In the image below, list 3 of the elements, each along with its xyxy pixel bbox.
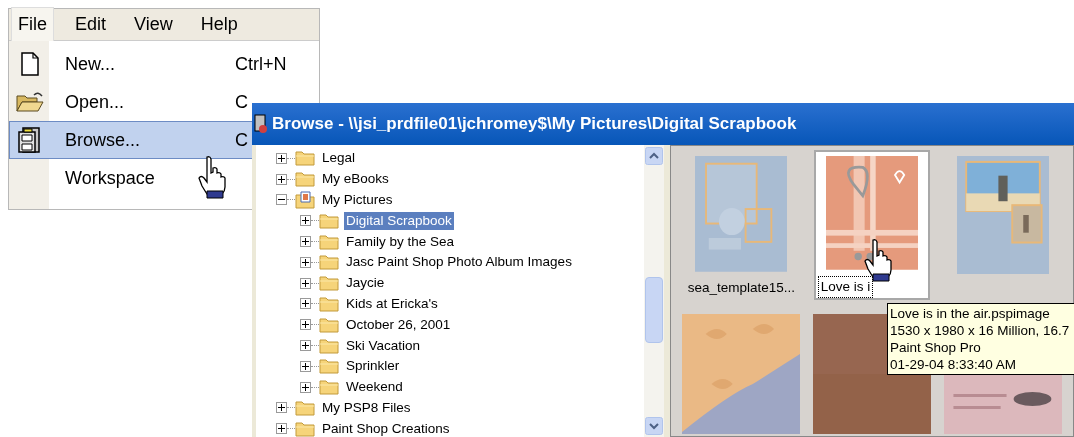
thumbnail-label: sea_template15... — [686, 278, 796, 297]
tooltip: Love is in the air.pspimage 1530 x 1980 x 16 Million, 16.7 Paint Shop Pro 01-29-04 8:33:40 AM — [887, 303, 1074, 375]
title-bar: Browse - \\jsi_prdfile01\jchromey$\My Pictures\Digital Scrapbook — [252, 103, 1074, 145]
